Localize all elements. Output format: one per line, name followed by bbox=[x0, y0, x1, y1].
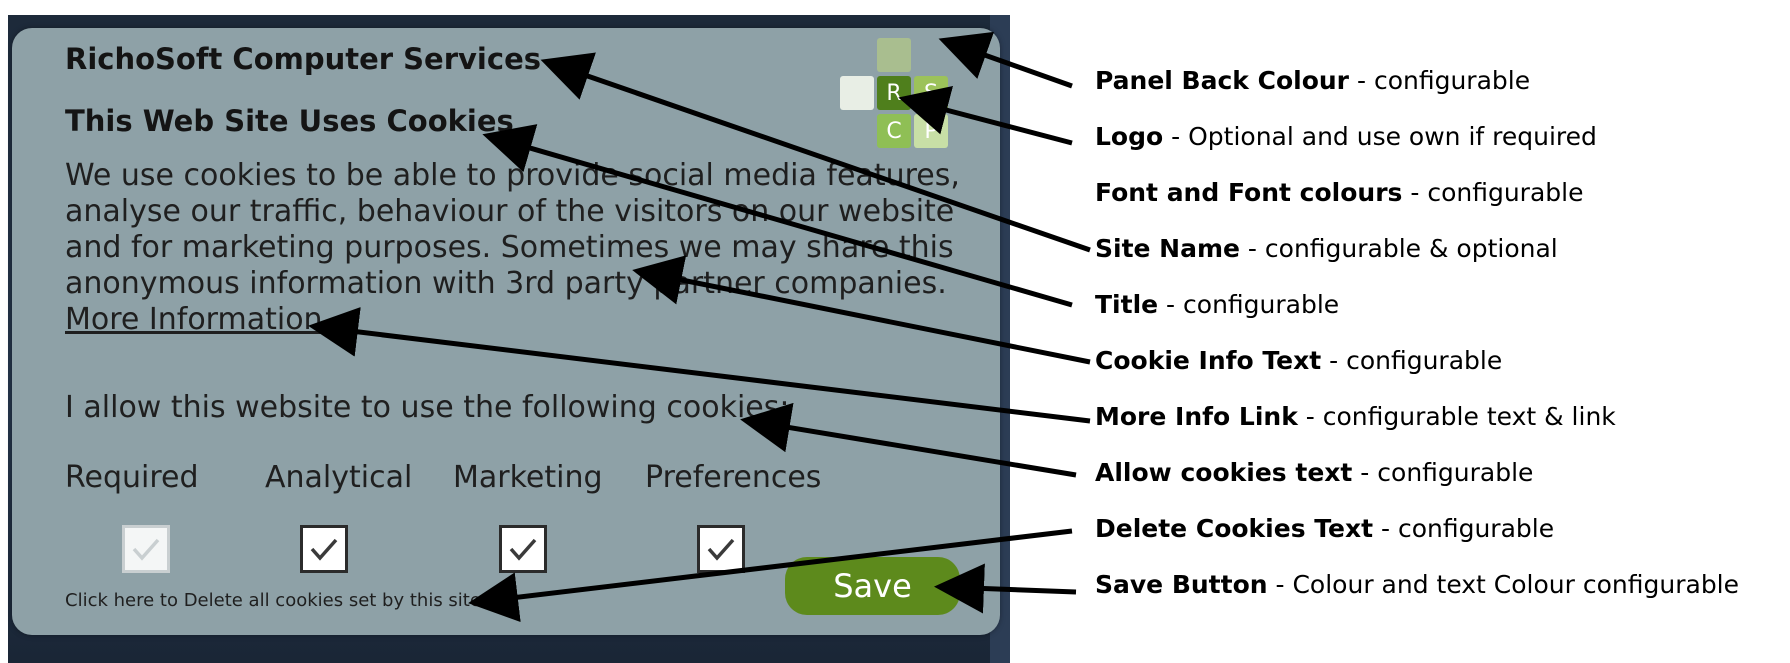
arrow-logo bbox=[898, 85, 1073, 146]
arrow-delete-cookies-text bbox=[468, 528, 1073, 623]
annotation-arrows bbox=[308, 31, 1091, 623]
arrow-allow-cookies-text bbox=[740, 402, 1077, 478]
arrow-title bbox=[482, 124, 1073, 308]
arrow-cookie-info-text bbox=[632, 255, 1091, 365]
arrow-site-name bbox=[540, 52, 1091, 253]
arrow-save-button bbox=[934, 563, 1077, 614]
arrow-panel-back-colour bbox=[938, 31, 1073, 89]
